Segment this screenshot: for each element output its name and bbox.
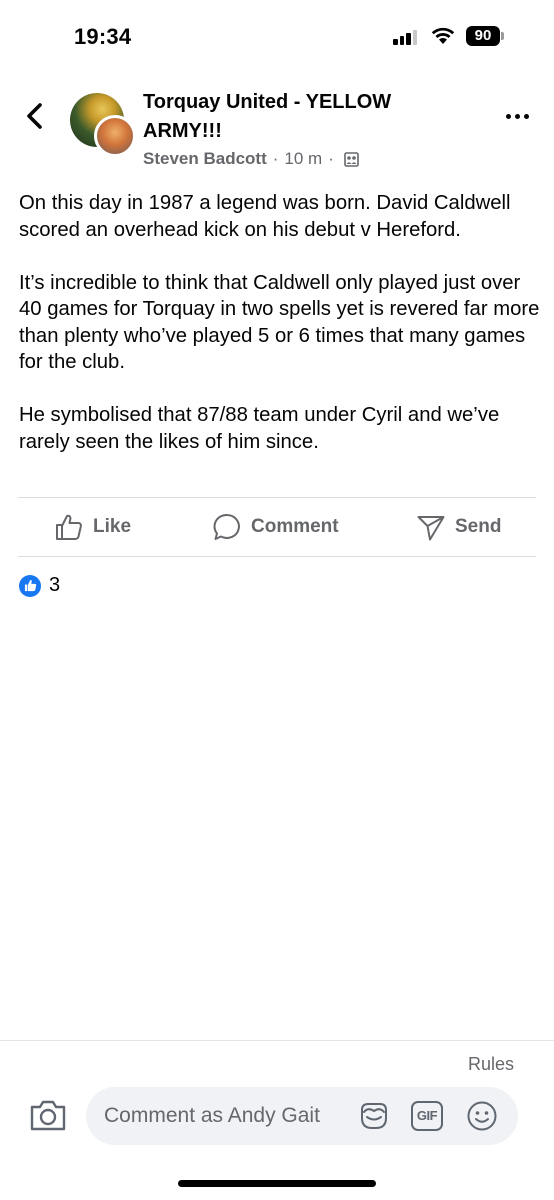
avatar-sticker-icon[interactable] [358, 1100, 390, 1132]
author-avatar [94, 115, 136, 157]
send-label: Send [455, 516, 502, 537]
post-actions: Like Comment Send [18, 498, 536, 556]
author-name[interactable]: Steven Badcott [143, 149, 267, 169]
like-label: Like [93, 516, 132, 537]
thumbs-up-icon [56, 514, 82, 540]
home-indicator [178, 1180, 376, 1187]
comment-input[interactable]: Comment as Andy Gait GIF [86, 1087, 518, 1145]
comment-button[interactable]: Comment [212, 498, 339, 556]
post-text: On this day in 1987 a legend was born. D… [19, 190, 541, 455]
emoji-icon[interactable] [466, 1100, 498, 1132]
battery-indicator: 90 [466, 26, 506, 46]
back-arrow-icon[interactable] [22, 100, 48, 132]
battery-level: 90 [466, 26, 500, 46]
reaction-count: 3 [49, 574, 61, 596]
comment-bubble-icon [213, 513, 240, 540]
comment-label: Comment [251, 516, 339, 537]
post-time[interactable]: 10 m [284, 149, 322, 169]
post-paragraph: On this day in 1987 a legend was born. D… [19, 192, 511, 241]
comment-placeholder: Comment as Andy Gait [104, 1104, 320, 1127]
status-time: 19:34 [74, 24, 132, 49]
meta-separator: · [272, 149, 279, 168]
cellular-signal-icon [393, 29, 419, 45]
more-options-icon[interactable] [506, 108, 532, 124]
gif-label: GIF [411, 1101, 443, 1131]
send-icon [417, 516, 445, 541]
reaction-summary[interactable]: 3 [19, 574, 60, 597]
like-button[interactable]: Like [54, 498, 131, 556]
send-button[interactable]: Send [416, 498, 501, 556]
composer-divider [0, 1040, 554, 1041]
like-reaction-icon [19, 574, 41, 597]
post-paragraph: It’s incredible to think that Caldwell o… [19, 271, 540, 374]
post-paragraph: He symbolised that 87/88 team under Cyri… [19, 404, 500, 453]
wifi-icon [431, 27, 455, 44]
divider [18, 556, 536, 557]
rules-link[interactable]: Rules [468, 1054, 514, 1075]
group-name[interactable]: Torquay United - YELLOW ARMY!!! [143, 88, 443, 146]
gif-button[interactable]: GIF [411, 1100, 443, 1132]
group-privacy-icon [344, 151, 359, 167]
post-meta: Steven Badcott · 10 m · [143, 149, 359, 169]
meta-separator-2: · [328, 149, 334, 168]
group-avatar[interactable] [70, 93, 136, 157]
camera-icon[interactable] [28, 1096, 68, 1134]
